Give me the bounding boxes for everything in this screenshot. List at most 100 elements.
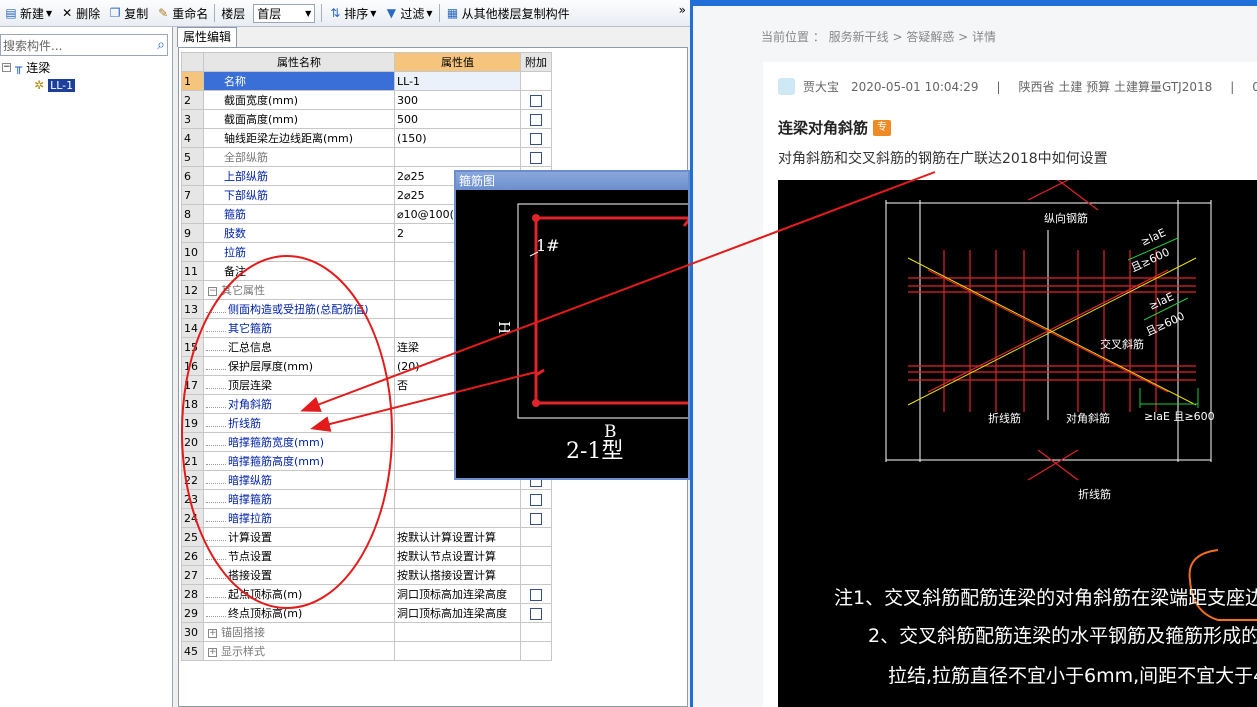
property-name-cell[interactable]: 终点顶标高(m): [203, 603, 395, 623]
table-row[interactable]: 5 全部纵筋: [181, 147, 552, 167]
row-number: 13: [181, 299, 204, 319]
delete-button[interactable]: ✕ 删除: [56, 2, 104, 24]
tree-item-child[interactable]: ✲ LL-1: [0, 76, 170, 94]
tree-connector: [206, 440, 226, 446]
property-name-cell[interactable]: 节点设置: [203, 546, 395, 566]
extra-checkbox[interactable]: [530, 588, 542, 601]
table-row[interactable]: 24 暗撑拉筋: [181, 508, 552, 528]
property-value-cell[interactable]: 300: [394, 90, 521, 110]
property-value-cell[interactable]: LL-1: [394, 71, 521, 91]
property-name-cell[interactable]: 搭接设置: [203, 565, 395, 585]
extra-checkbox[interactable]: [530, 493, 542, 506]
property-name-cell[interactable]: 侧面构造或受扭筋(总配筋值): [203, 299, 395, 319]
table-row[interactable]: 1 名称 LL-1: [181, 71, 552, 91]
property-name-cell[interactable]: 拉筋: [203, 242, 395, 262]
copy-from-floor-button[interactable]: ▦ 从其他楼层复制构件: [442, 2, 574, 24]
extra-checkbox[interactable]: [530, 94, 542, 107]
table-row[interactable]: 2 截面宽度(mm) 300: [181, 90, 552, 110]
row-number: 4: [181, 128, 204, 148]
property-name-cell[interactable]: 对角斜筋: [203, 394, 395, 414]
property-name-cell[interactable]: 备注: [203, 261, 395, 281]
extra-checkbox[interactable]: [530, 607, 542, 620]
property-name-cell[interactable]: + 显示样式: [203, 641, 395, 661]
property-value-cell[interactable]: 按默认节点设置计算: [394, 546, 521, 566]
property-name-cell[interactable]: 暗撑箍筋: [203, 489, 395, 509]
breadcrumb[interactable]: 当前位置 ： 服务新干线 > 答疑解惑 > 详情: [761, 28, 996, 45]
property-name-cell[interactable]: 折线筋: [203, 413, 395, 433]
property-name-cell[interactable]: 上部纵筋: [203, 166, 395, 186]
property-value-cell[interactable]: [394, 508, 521, 528]
post-tags[interactable]: 陕西省 土建 预算 土建算量GTJ2018: [1019, 78, 1213, 95]
property-value-cell[interactable]: 按默认搭接设置计算: [394, 565, 521, 585]
property-name-cell[interactable]: 汇总信息: [203, 337, 395, 357]
toolbar: ▤ 新建 ▼ ✕ 删除 ❐ 复制 ✎ 重命名 楼层 首层 ▼ ⇅ 排序 ▼ ▼ 过滤 ▼ ▦ 从其他楼…: [0, 0, 690, 27]
property-name-cell[interactable]: − 其它属性: [203, 280, 395, 300]
collapse-icon[interactable]: −: [208, 286, 217, 296]
tab-property-edit[interactable]: 属性编辑: [177, 27, 238, 47]
search-icon[interactable]: ⌕: [157, 37, 165, 53]
property-value-cell[interactable]: [394, 147, 521, 167]
property-name-cell[interactable]: 箍筋: [203, 204, 395, 224]
property-value-cell[interactable]: [394, 622, 521, 642]
extra-checkbox[interactable]: [530, 512, 542, 525]
stirrup-window-title: 箍筋图: [456, 172, 688, 190]
table-row[interactable]: 45 + 显示样式: [181, 641, 552, 661]
property-value-cell[interactable]: 洞口顶标高加连梁高度: [394, 603, 521, 623]
stirrup-diagram-window[interactable]: 箍筋图 1# H B 2-1型: [454, 170, 696, 480]
property-value-cell[interactable]: 按默认计算设置计算: [394, 527, 521, 547]
sort-button[interactable]: ⇅ 排序 ▼: [324, 2, 380, 24]
extra-checkbox[interactable]: [530, 151, 542, 164]
floor-select[interactable]: 首层 ▼: [253, 3, 316, 23]
filter-button[interactable]: ▼ 过滤 ▼: [380, 2, 436, 24]
table-row[interactable]: 26 节点设置 按默认节点设置计算: [181, 546, 552, 566]
tree-item-root[interactable]: − ╥ 连梁: [0, 58, 170, 76]
collapse-icon[interactable]: −: [2, 62, 11, 72]
avatar[interactable]: [778, 78, 795, 95]
table-row[interactable]: 30 + 锚固搭接: [181, 622, 552, 642]
property-value-cell[interactable]: [394, 489, 521, 509]
property-name-cell[interactable]: 轴线距梁左边线距离(mm): [203, 128, 395, 148]
table-row[interactable]: 29 终点顶标高(m) 洞口顶标高加连梁高度: [181, 603, 552, 623]
property-name-cell[interactable]: 暗撑纵筋: [203, 470, 395, 490]
property-value-cell[interactable]: 500: [394, 109, 521, 129]
table-row[interactable]: 4 轴线距梁左边线距离(mm) (150): [181, 128, 552, 148]
toolbar-overflow-icon[interactable]: »: [679, 3, 686, 17]
property-name-cell[interactable]: 下部纵筋: [203, 185, 395, 205]
extra-checkbox[interactable]: [530, 113, 542, 126]
tree-connector: [206, 364, 226, 370]
property-name-cell[interactable]: 截面宽度(mm): [203, 90, 395, 110]
property-name-cell[interactable]: 其它箍筋: [203, 318, 395, 338]
expand-icon[interactable]: +: [208, 647, 217, 657]
copy-button[interactable]: ❐ 复制: [104, 2, 152, 24]
property-value-cell[interactable]: [394, 641, 521, 661]
expand-icon[interactable]: +: [208, 628, 217, 638]
property-name-cell[interactable]: 截面高度(mm): [203, 109, 395, 129]
property-name-cell[interactable]: 全部纵筋: [203, 147, 395, 167]
property-name-cell[interactable]: 肢数: [203, 223, 395, 243]
property-name-cell[interactable]: 暗撑拉筋: [203, 508, 395, 528]
property-name-cell[interactable]: 保护层厚度(mm): [203, 356, 395, 376]
rename-button[interactable]: ✎ 重命名: [152, 2, 212, 24]
new-button[interactable]: ▤ 新建 ▼: [0, 2, 56, 24]
author-name[interactable]: 贾大宝: [803, 78, 839, 95]
table-row[interactable]: 25 计算设置 按默认计算设置计算: [181, 527, 552, 547]
search-input[interactable]: 搜索构件... ⌕: [0, 34, 168, 56]
property-name-cell[interactable]: 起点顶标高(m): [203, 584, 395, 604]
property-name-cell[interactable]: 名称: [203, 71, 395, 91]
extra-checkbox[interactable]: [530, 132, 542, 145]
property-name-cell[interactable]: 计算设置: [203, 527, 395, 547]
row-number: 16: [181, 356, 204, 376]
property-value-cell[interactable]: (150): [394, 128, 521, 148]
property-value-cell[interactable]: 洞口顶标高加连梁高度: [394, 584, 521, 604]
property-name-cell[interactable]: 暗撑箍筋宽度(mm): [203, 432, 395, 452]
property-name-cell[interactable]: 顶层连梁: [203, 375, 395, 395]
row-number: 29: [181, 603, 204, 623]
table-row[interactable]: 3 截面高度(mm) 500: [181, 109, 552, 129]
row-number: 21: [181, 451, 204, 471]
property-name-cell[interactable]: 暗撑箍筋高度(mm): [203, 451, 395, 471]
cad-drawing-image[interactable]: 纵向钢筋 ≥laE 且≥600 ≥laE 且≥600 交叉斜筋 折线筋 对角斜筋…: [778, 180, 1257, 707]
property-name-cell[interactable]: + 锚固搭接: [203, 622, 395, 642]
table-row[interactable]: 23 暗撑箍筋: [181, 489, 552, 509]
table-row[interactable]: 28 起点顶标高(m) 洞口顶标高加连梁高度: [181, 584, 552, 604]
table-row[interactable]: 27 搭接设置 按默认搭接设置计算: [181, 565, 552, 585]
